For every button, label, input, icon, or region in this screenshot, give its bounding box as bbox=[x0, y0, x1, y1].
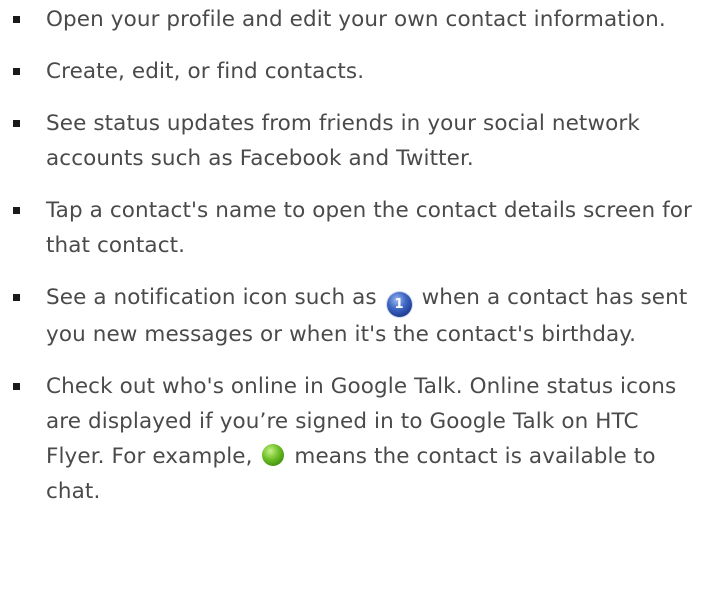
bullet-marker bbox=[13, 68, 20, 75]
bullet-marker bbox=[13, 207, 20, 214]
bullet-marker bbox=[13, 383, 20, 390]
bullet-list: Open your profile and edit your own cont… bbox=[0, 2, 709, 509]
list-item-text-before: See a notification icon such as bbox=[46, 285, 377, 310]
list-item-text: Tap a contact's name to open the contact… bbox=[46, 198, 692, 258]
bullet-marker bbox=[13, 16, 20, 23]
bullet-marker bbox=[13, 120, 20, 127]
online-status-icon bbox=[262, 444, 285, 466]
list-item: Create, edit, or find contacts. bbox=[0, 54, 709, 89]
list-item: Check out who's online in Google Talk. O… bbox=[0, 369, 709, 509]
list-item-text: Open your profile and edit your own cont… bbox=[46, 7, 666, 32]
notification-badge-icon: 1 bbox=[386, 292, 412, 317]
bullet-marker bbox=[13, 294, 20, 301]
page: Open your profile and edit your own cont… bbox=[0, 0, 709, 596]
list-item-text: Create, edit, or find contacts. bbox=[46, 59, 365, 84]
list-item: See a notification icon such as 1 when a… bbox=[0, 280, 709, 352]
list-item: See status updates from friends in your … bbox=[0, 106, 709, 176]
list-item: Tap a contact's name to open the contact… bbox=[0, 193, 709, 263]
list-item-text: See status updates from friends in your … bbox=[46, 111, 640, 171]
list-item: Open your profile and edit your own cont… bbox=[0, 2, 709, 37]
